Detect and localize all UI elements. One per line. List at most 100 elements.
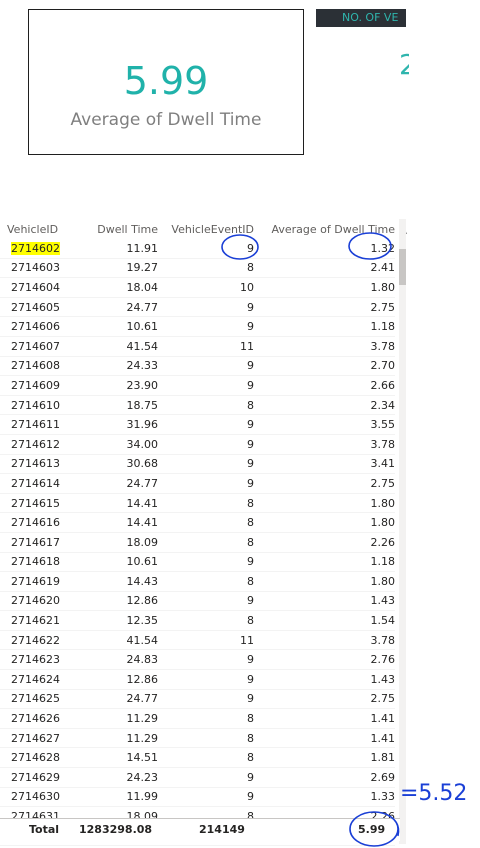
cell-vehicleid: 2714608 <box>0 356 75 377</box>
cell-vehicleid: 2714602 <box>0 239 75 259</box>
cell-average-dwell: 2.75 <box>254 473 395 494</box>
cell-vehicleeventid: 9 <box>158 239 254 259</box>
cell-dwell-time: 41.54 <box>75 336 158 357</box>
cell-vehicleid: 2714627 <box>0 728 75 749</box>
table-row[interactable]: 2714619 14.43 8 1.80 <box>0 571 395 592</box>
cell-vehicleid: 2714607 <box>0 336 75 357</box>
cell-vehicleeventid: 8 <box>158 571 254 592</box>
cell-dwell-time: 14.43 <box>75 571 158 592</box>
table-row[interactable]: 2714606 10.61 9 1.18 <box>0 316 395 337</box>
cell-vehicleeventid: 9 <box>158 649 254 671</box>
scrollbar-thumb[interactable] <box>399 249 406 285</box>
cell-vehicleid: 2714619 <box>0 571 75 592</box>
cell-average-dwell: 2.26 <box>254 532 395 553</box>
cell-average-dwell: 2.69 <box>254 767 395 788</box>
table-row[interactable]: 2714626 11.29 8 1.41 <box>0 708 395 729</box>
table-row[interactable]: 2714611 31.96 9 3.55 <box>0 414 395 435</box>
kpi-card-average-dwell[interactable]: 5.99 Average of Dwell Time <box>28 9 304 155</box>
cell-vehicleid: 2714621 <box>0 610 75 631</box>
cell-dwell-time: 12.86 <box>75 669 158 690</box>
table-row[interactable]: 2714629 24.23 9 2.69 <box>0 767 395 788</box>
table-total-row: Total 1283298.08 214149 5.99 <box>0 818 400 841</box>
cell-dwell-time: 11.29 <box>75 728 158 749</box>
cell-vehicleeventid: 8 <box>158 747 254 769</box>
cell-dwell-time: 11.99 <box>75 787 158 808</box>
cell-average-dwell: 1.54 <box>254 610 395 631</box>
table-row[interactable]: 2714630 11.99 9 1.33 <box>0 787 395 808</box>
cell-vehicleeventid: 9 <box>158 689 254 710</box>
cell-vehicleeventid: 11 <box>158 336 254 357</box>
cell-vehicleeventid: 8 <box>158 395 254 416</box>
cell-vehicleeventid: 9 <box>158 552 254 573</box>
cell-average-dwell: 1.81 <box>254 747 395 769</box>
table-row[interactable]: 2714620 12.86 9 1.43 <box>0 591 395 612</box>
cell-vehicleeventid: 9 <box>158 414 254 435</box>
table-row[interactable]: 2714604 18.04 10 1.80 <box>0 277 395 298</box>
cell-vehicleid: 2714611 <box>0 414 75 435</box>
cell-average-dwell: 3.78 <box>254 630 395 651</box>
cell-vehicleid: 2714620 <box>0 591 75 612</box>
cell-average-dwell: 2.70 <box>254 356 395 377</box>
cell-average-dwell: 2.75 <box>254 297 395 318</box>
table-row[interactable]: 2714622 41.54 11 3.78 <box>0 630 395 651</box>
table-row[interactable]: 2714605 24.77 9 2.75 <box>0 297 395 318</box>
table-row[interactable]: 2714618 10.61 9 1.18 <box>0 552 395 573</box>
cell-dwell-time: 24.77 <box>75 689 158 710</box>
kpi-card-vehicles-header: NO. OF VE <box>316 9 406 27</box>
kpi-card-vehicles-value: 2 <box>399 51 409 79</box>
cell-vehicleeventid: 8 <box>158 728 254 749</box>
cell-dwell-time: 12.35 <box>75 610 158 631</box>
cell-average-dwell: 3.78 <box>254 336 395 357</box>
cell-vehicleid: 2714623 <box>0 649 75 671</box>
cell-dwell-time: 24.33 <box>75 356 158 377</box>
table-row[interactable]: 2714617 18.09 8 2.26 <box>0 532 395 553</box>
table-row[interactable]: 2714625 24.77 9 2.75 <box>0 689 395 710</box>
table-scrollbar[interactable] <box>399 219 406 844</box>
table-row[interactable]: 2714616 14.41 8 1.80 <box>0 512 395 533</box>
cell-average-dwell: 1.41 <box>254 708 395 729</box>
cell-vehicleid: 2714606 <box>0 316 75 337</box>
cell-dwell-time: 31.96 <box>75 414 158 435</box>
kpi-value: 5.99 <box>123 59 209 103</box>
cell-average-dwell: 1.18 <box>254 316 395 337</box>
table-row[interactable]: 2714614 24.77 9 2.75 <box>0 473 395 494</box>
cell-dwell-time: 11.29 <box>75 708 158 729</box>
cell-dwell-time: 24.77 <box>75 297 158 318</box>
table-row[interactable]: 2714624 12.86 9 1.43 <box>0 669 395 690</box>
column-header-dwell-time[interactable]: Dwell Time <box>75 219 158 239</box>
cell-vehicleid: 2714625 <box>0 689 75 710</box>
table-row[interactable]: 2714610 18.75 8 2.34 <box>0 395 395 416</box>
cell-vehicleeventid: 8 <box>158 258 254 279</box>
table-row[interactable]: 2714628 14.51 8 1.81 <box>0 747 395 769</box>
column-header-average-dwell[interactable]: Average of Dwell Time <box>254 219 395 239</box>
cell-vehicleeventid: 9 <box>158 767 254 788</box>
column-header-vehicleid[interactable]: VehicleID <box>0 219 75 239</box>
table-row[interactable]: 2714615 14.41 8 1.80 <box>0 493 395 514</box>
cell-vehicleid: 2714628 <box>0 747 75 769</box>
cell-vehicleid: 2714626 <box>0 708 75 729</box>
table-row[interactable]: 2714607 41.54 11 3.78 <box>0 336 395 357</box>
cell-vehicleeventid: 9 <box>158 591 254 612</box>
table-row[interactable]: 2714609 23.90 9 2.66 <box>0 375 395 396</box>
column-header-vehicleeventid[interactable]: VehicleEventID <box>158 219 254 239</box>
cell-vehicleid: 2714629 <box>0 767 75 788</box>
table-row[interactable]: 2714602 11.91 9 1.32 <box>0 239 395 259</box>
cell-vehicleid: 2714622 <box>0 630 75 651</box>
cell-dwell-time: 24.77 <box>75 473 158 494</box>
cell-average-dwell: 3.55 <box>254 414 395 435</box>
highlighted-vehicleid: 2714602 <box>11 241 60 255</box>
table-row[interactable]: 2714608 24.33 9 2.70 <box>0 356 395 377</box>
cell-dwell-time: 14.41 <box>75 493 158 514</box>
table-row[interactable]: 2714621 12.35 8 1.54 <box>0 610 395 631</box>
cell-dwell-time: 41.54 <box>75 630 158 651</box>
table-row[interactable]: 2714603 19.27 8 2.41 <box>0 258 395 279</box>
cell-vehicleeventid: 8 <box>158 708 254 729</box>
cell-dwell-time: 10.61 <box>75 552 158 573</box>
table-row[interactable]: 2714612 34.00 9 3.78 <box>0 434 395 455</box>
cell-average-dwell: 1.32 <box>254 239 395 259</box>
cell-average-dwell: 1.80 <box>254 493 395 514</box>
table-row[interactable]: 2714623 24.83 9 2.76 <box>0 649 395 671</box>
table-row[interactable]: 2714627 11.29 8 1.41 <box>0 728 395 749</box>
data-table[interactable]: VehicleID Dwell Time VehicleEventID Aver… <box>0 219 408 848</box>
table-row[interactable]: 2714613 30.68 9 3.41 <box>0 454 395 475</box>
